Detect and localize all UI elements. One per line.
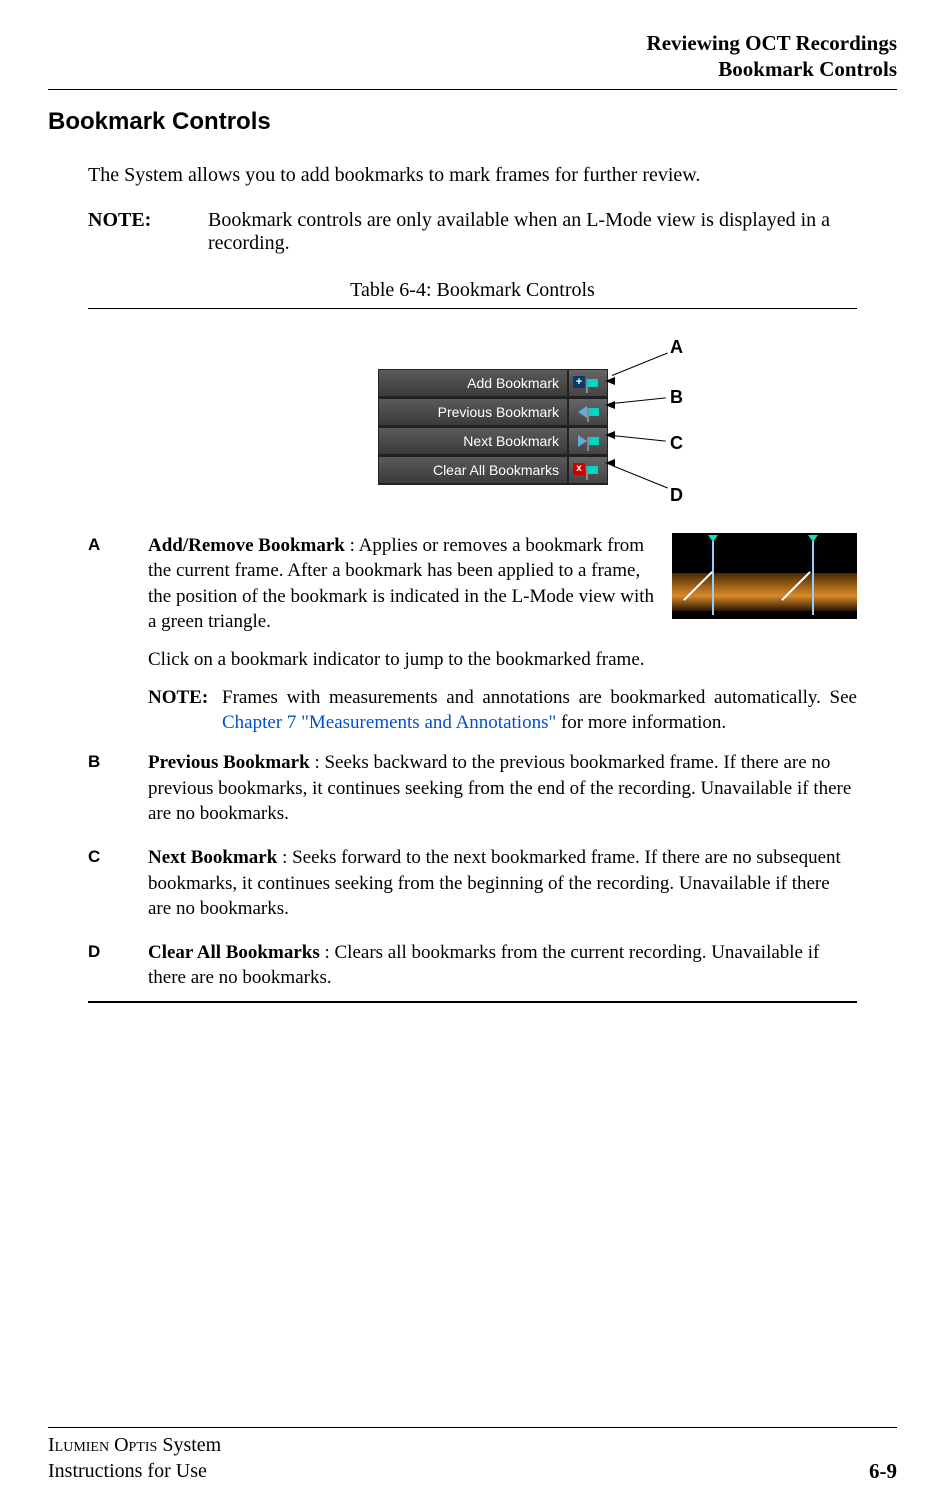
callout-letter-c: C [670, 433, 683, 454]
note-block: NOTE: Bookmark controls are only availab… [88, 209, 897, 255]
toolbar-label-prev: Previous Bookmark [378, 398, 568, 426]
toolbar-label-next: Next Bookmark [378, 427, 568, 455]
def-c-title: Next Bookmark [148, 847, 277, 868]
table-caption: Table 6-4: Bookmark Controls [48, 279, 897, 302]
def-a-sub-text: Frames with measurements and annotations… [222, 685, 857, 736]
bookmark-marker-icon [712, 537, 714, 615]
note-text: Bookmark controls are only available whe… [208, 209, 897, 255]
definition-d: D Clear All Bookmarks : Clears all bookm… [88, 940, 857, 995]
toolbar-row-prev: Previous Bookmark [378, 398, 608, 427]
footer-doc-title: Instructions for Use [48, 1458, 221, 1484]
definition-b: B Previous Bookmark : Seeks backward to … [88, 750, 857, 839]
def-letter-d: D [88, 940, 148, 995]
def-d-title: Clear All Bookmarks [148, 942, 320, 963]
toolbar-row-clear: Clear All Bookmarks x [378, 456, 608, 485]
callout-arrow-b [605, 401, 615, 409]
footer-rule [48, 1427, 897, 1428]
toolbar-row-next: Next Bookmark [378, 427, 608, 456]
footer-brand-2: Optis [109, 1434, 157, 1456]
footer-brand-1: Ilumien [48, 1434, 109, 1456]
previous-bookmark-icon [568, 398, 608, 426]
note-label: NOTE: [88, 209, 208, 255]
toolbar-label-clear: Clear All Bookmarks [378, 456, 568, 484]
definition-a: A Add/Remove Bookmark : Applies or remov… [88, 533, 857, 744]
def-a-sub-post: for more information. [556, 712, 726, 733]
chapter-7-link[interactable]: Chapter 7 "Measurements and Annotations" [222, 712, 556, 733]
toolbar-label-add: Add Bookmark [378, 369, 568, 397]
callout-line-c [612, 435, 666, 442]
def-c-p: Next Bookmark : Seeks forward to the nex… [148, 845, 857, 922]
callout-letter-d: D [670, 485, 683, 506]
section-title: Bookmark Controls [48, 108, 897, 136]
header-line-1: Reviewing OCT Recordings [48, 30, 897, 56]
callout-arrow-a [605, 377, 615, 385]
callout-line-a [612, 352, 668, 375]
clear-bookmarks-icon: x [568, 456, 608, 484]
def-a-p2: Click on a bookmark indicator to jump to… [148, 647, 857, 673]
callout-letter-b: B [670, 387, 683, 408]
page-footer: Ilumien Optis System Instructions for Us… [48, 1427, 897, 1484]
callout-arrow-d [605, 459, 615, 467]
header-rule [48, 89, 897, 90]
footer-brand-3: System [157, 1434, 221, 1456]
definition-c: C Next Bookmark : Seeks forward to the n… [88, 845, 857, 934]
def-letter-a: A [88, 533, 148, 744]
def-letter-b: B [88, 750, 148, 839]
callout-arrow-c [605, 431, 615, 439]
header-line-2: Bookmark Controls [48, 56, 897, 82]
def-a-subnote: NOTE: Frames with measurements and annot… [148, 685, 857, 736]
running-header: Reviewing OCT Recordings Bookmark Contro… [48, 30, 897, 83]
def-a-sub-pre: Frames with measurements and annotations… [222, 687, 857, 708]
page-number: 6-9 [869, 1459, 897, 1484]
def-a-title: Add/Remove Bookmark [148, 535, 345, 556]
def-d-p: Clear All Bookmarks : Clears all bookmar… [148, 940, 857, 991]
next-bookmark-icon [568, 427, 608, 455]
definition-list: A Add/Remove Bookmark : Applies or remov… [88, 533, 857, 996]
def-letter-c: C [88, 845, 148, 934]
def-b-p: Previous Bookmark : Seeks backward to th… [148, 750, 857, 827]
figure-bookmark-toolbar: Add Bookmark + Previous Bookmark Next Bo… [88, 335, 857, 525]
footer-left: Ilumien Optis System Instructions for Us… [48, 1432, 221, 1484]
add-bookmark-icon: + [568, 369, 608, 397]
table-rule-bottom [88, 1001, 857, 1003]
bookmark-toolbar: Add Bookmark + Previous Bookmark Next Bo… [378, 369, 608, 485]
bookmark-marker-icon [812, 537, 814, 615]
callout-line-d [612, 465, 668, 488]
toolbar-row-add: Add Bookmark + [378, 369, 608, 398]
callout-letter-a: A [670, 337, 683, 358]
intro-paragraph: The System allows you to add bookmarks t… [88, 164, 897, 187]
lmode-thumbnail [672, 533, 857, 619]
callout-line-b [612, 397, 666, 404]
table-rule-top [88, 308, 857, 309]
def-a-sub-label: NOTE: [148, 685, 222, 736]
def-b-title: Previous Bookmark [148, 752, 310, 773]
